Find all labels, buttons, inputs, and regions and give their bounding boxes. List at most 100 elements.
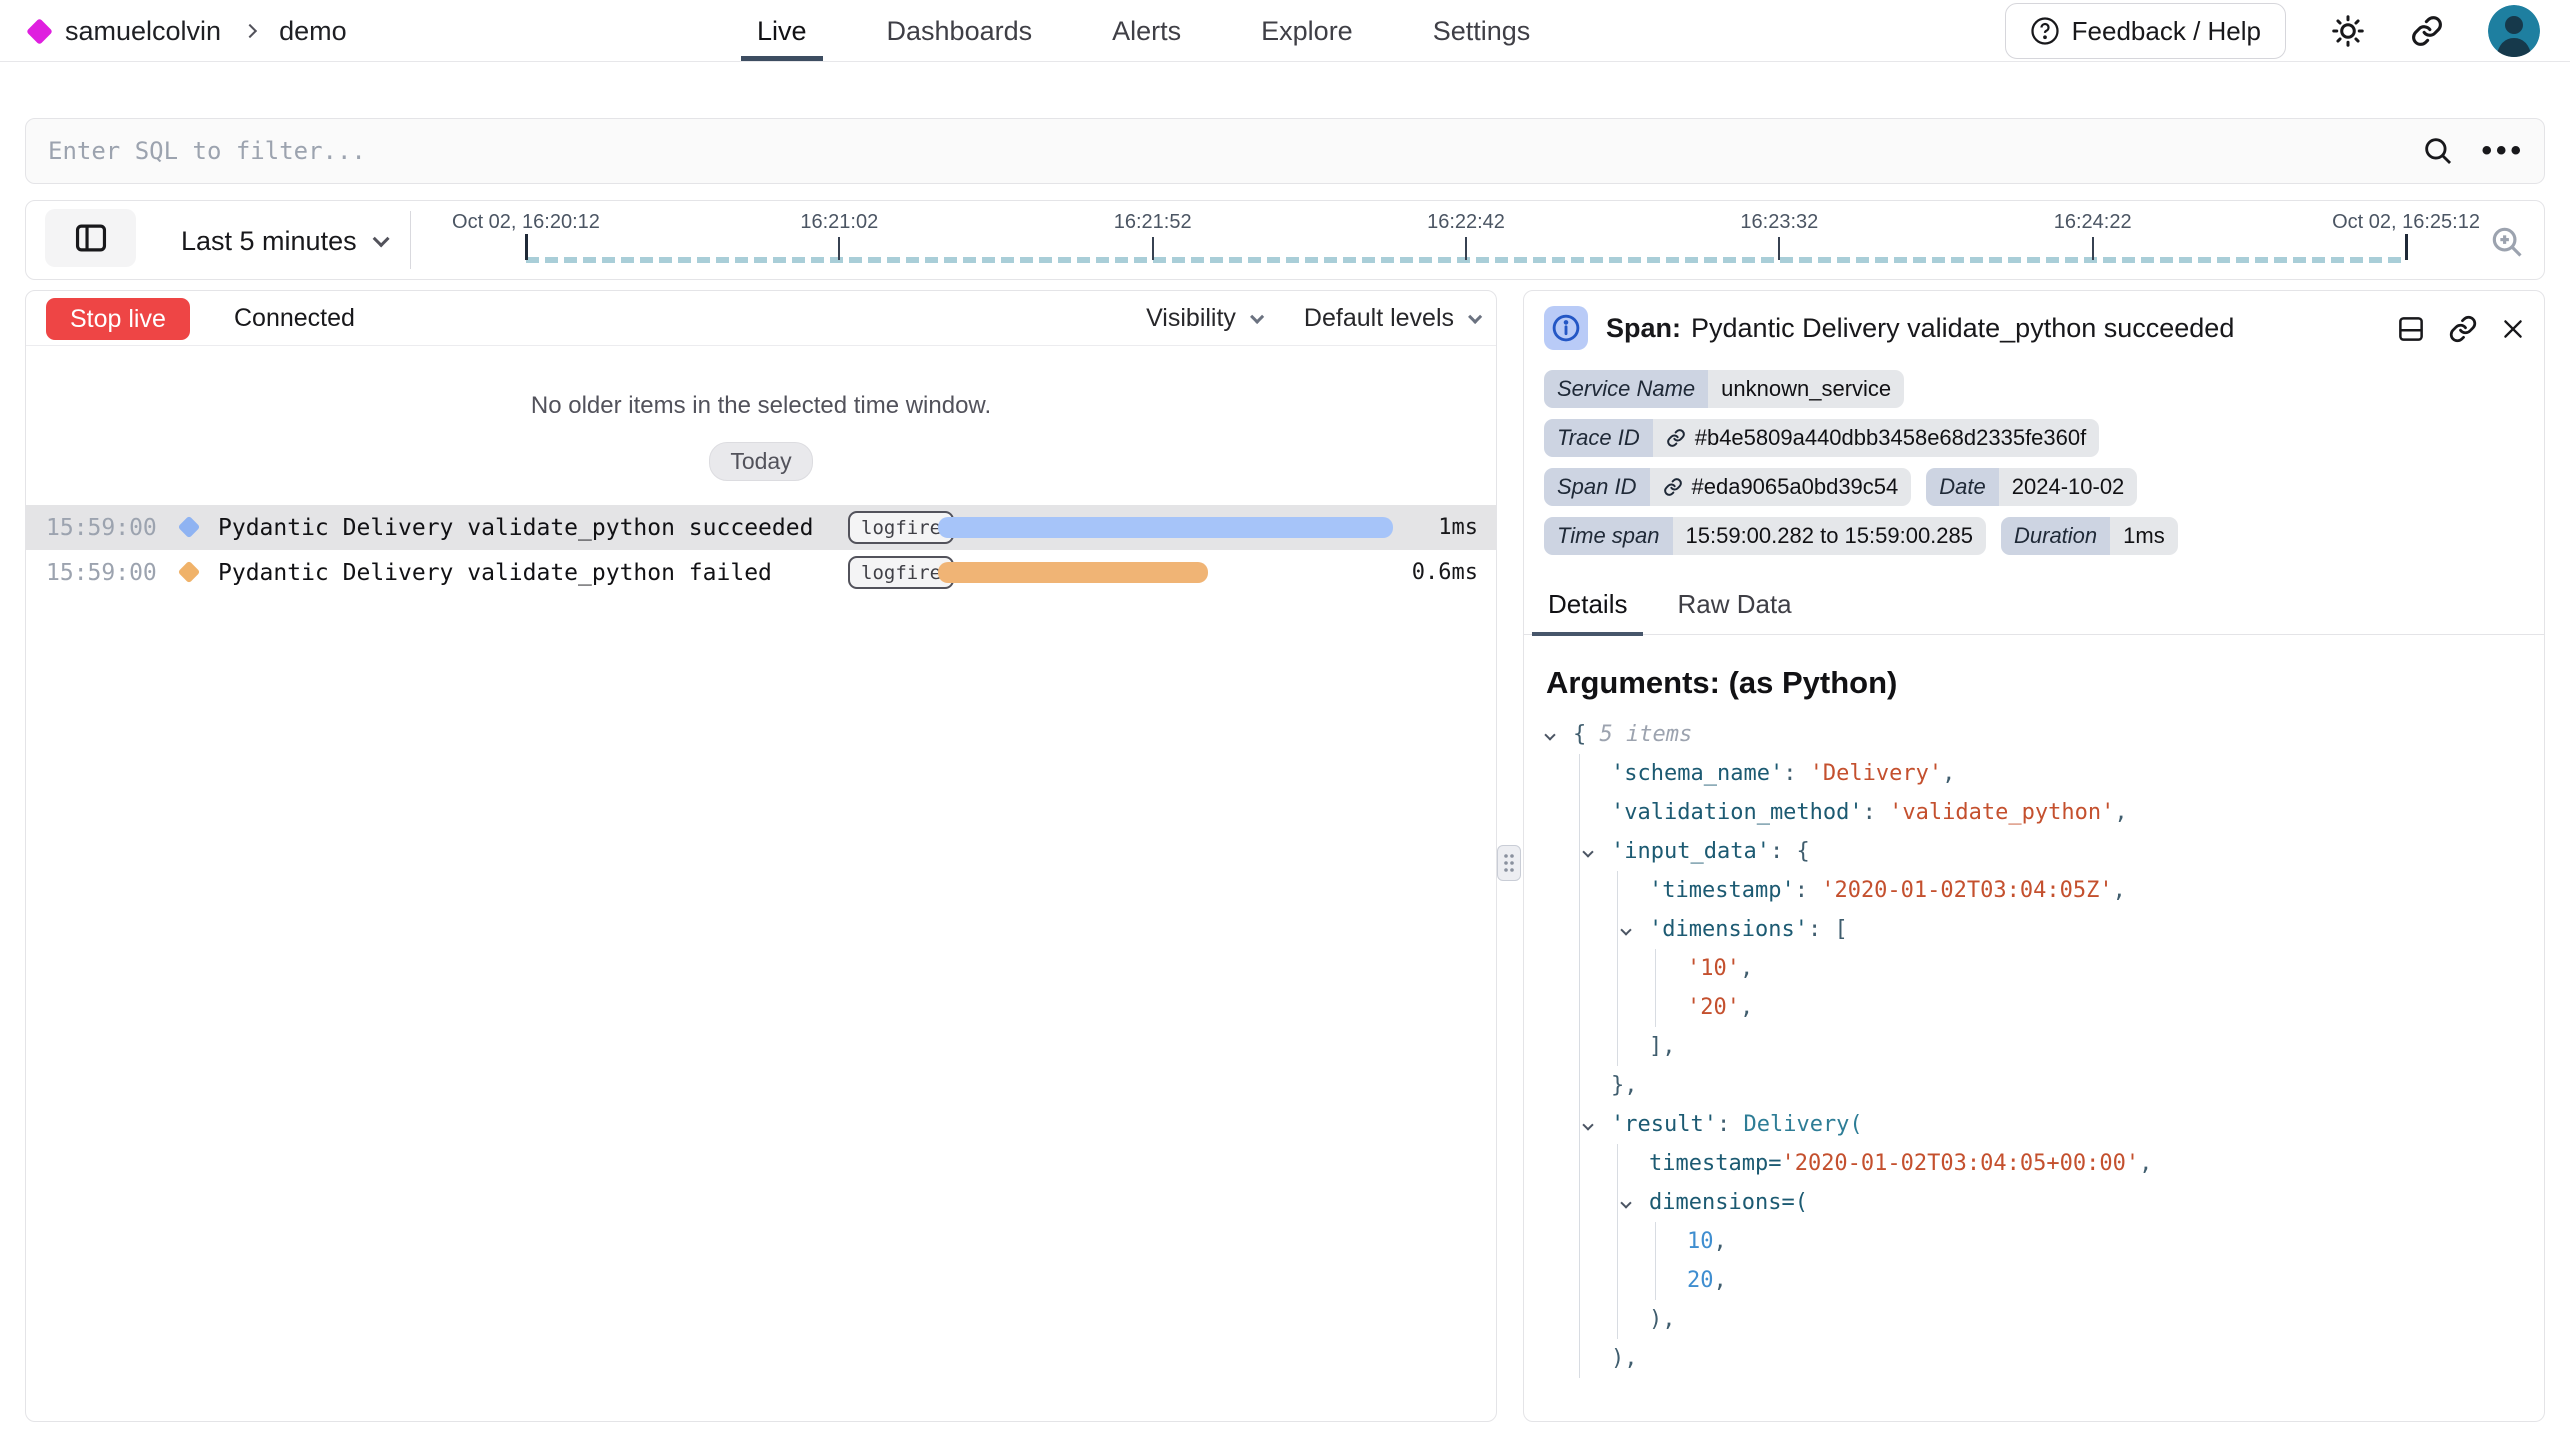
tag-value: 1ms: [2110, 517, 2178, 555]
code-token: '2020-01-02T03:04:05Z': [1821, 878, 2112, 903]
tag-value: 15:59:00.282 to 15:59:00.285: [1673, 517, 1986, 555]
table-row[interactable]: 15:59:00Pydantic Delivery validate_pytho…: [26, 505, 1496, 550]
code-token: 'validation_method': [1611, 800, 1863, 825]
chevron-down-icon: [1468, 309, 1482, 323]
indent-guide: [1617, 910, 1618, 949]
code-token: ,: [1740, 956, 1753, 981]
tab-raw-data[interactable]: Raw Data: [1673, 581, 1795, 634]
code-token: :: [1795, 878, 1822, 903]
timeline-tick-label: 16:22:42: [1427, 211, 1505, 234]
zoom-in-icon: [2488, 223, 2526, 261]
code-line: 'input_data': {: [1524, 832, 2544, 871]
nav-tab-explore[interactable]: Explore: [1261, 16, 1353, 47]
code-token: :: [1863, 800, 1890, 825]
indent-guide: [1579, 754, 1580, 793]
default-levels-dropdown[interactable]: Default levels: [1304, 304, 1478, 333]
more-options-icon[interactable]: •••: [2481, 136, 2525, 166]
indent-guide: [1579, 1261, 1580, 1300]
nav-tab-dashboards[interactable]: Dashboards: [887, 16, 1033, 47]
code-token: timestamp=: [1649, 1151, 1781, 1176]
tag-label: Date: [1926, 468, 1998, 506]
tag-pill-time-span[interactable]: Time span15:59:00.282 to 15:59:00.285: [1544, 517, 1986, 555]
tag-label: Span ID: [1544, 468, 1650, 506]
chevron-down-icon: [372, 230, 389, 247]
collapse-caret-icon[interactable]: [1622, 910, 1630, 949]
tag-pill-date[interactable]: Date 2024-10-02: [1926, 468, 2137, 506]
sql-filter-bar: •••: [25, 118, 2545, 184]
stop-live-button[interactable]: Stop live: [46, 298, 190, 340]
live-panel: Stop live Connected Visibility Default l…: [25, 290, 1497, 1422]
default-levels-label: Default levels: [1304, 304, 1454, 333]
code-line: '20',: [1524, 988, 2544, 1027]
search-icon[interactable]: [2421, 134, 2455, 168]
log-timestamp: 15:59:00: [46, 550, 157, 595]
indent-guide: [1579, 871, 1580, 910]
indent-guide: [1579, 793, 1580, 832]
code-token: ,: [2113, 878, 2126, 903]
collapse-caret-icon[interactable]: [1546, 715, 1554, 754]
indent-guide: [1617, 1261, 1618, 1300]
duration-bar-track: [938, 562, 1393, 583]
tag-value: #eda9065a0bd39c54: [1650, 468, 1912, 506]
nav-tab-alerts[interactable]: Alerts: [1112, 16, 1181, 47]
timeline-tick-label: 16:21:52: [1114, 211, 1192, 234]
visibility-dropdown[interactable]: Visibility: [1146, 304, 1260, 333]
indent-guide: [1617, 871, 1618, 910]
timeline-tick-label: 16:23:32: [1740, 211, 1818, 234]
collapse-caret-icon[interactable]: [1584, 832, 1592, 871]
tag-pill-duration[interactable]: Duration1ms: [2001, 517, 2178, 555]
code-line: ),: [1524, 1300, 2544, 1339]
breadcrumb-project[interactable]: demo: [279, 16, 347, 47]
tag-value-text: 2024-10-02: [2012, 474, 2125, 500]
zoom-in-button[interactable]: [2488, 223, 2526, 261]
indent-guide: [1579, 1066, 1580, 1105]
dock-panel-button[interactable]: [2396, 314, 2426, 344]
close-panel-button[interactable]: [2500, 316, 2526, 342]
timeline[interactable]: Oct 02, 16:20:1216:21:0216:21:5216:22:42…: [446, 201, 2486, 281]
code-token: ,: [1740, 995, 1753, 1020]
tag-value-text: #eda9065a0bd39c54: [1692, 474, 1899, 500]
tag-pill-trace-id[interactable]: Trace ID#b4e5809a440dbb3458e68d2335fe360…: [1544, 419, 2099, 457]
main-area: Stop live Connected Visibility Default l…: [0, 290, 2570, 1422]
span-kind-diamond-icon: [178, 561, 201, 584]
main-nav: Live Dashboards Alerts Explore Settings: [757, 0, 1530, 62]
tag-pill-span-id[interactable]: Span ID #eda9065a0bd39c54: [1544, 468, 1911, 506]
user-avatar[interactable]: [2488, 5, 2540, 57]
indent-guide: [1617, 988, 1618, 1027]
nav-tab-settings[interactable]: Settings: [1433, 16, 1531, 47]
breadcrumb-org[interactable]: samuelcolvin: [65, 16, 221, 47]
nav-tab-live[interactable]: Live: [757, 16, 807, 47]
link-icon: [1666, 428, 1686, 448]
tag-value: 2024-10-02: [1999, 468, 2138, 506]
code-line: 'dimensions': [: [1524, 910, 2544, 949]
day-chip[interactable]: Today: [709, 442, 812, 481]
theme-toggle-button[interactable]: [2330, 13, 2366, 49]
panel-resize-handle[interactable]: [1497, 845, 1521, 881]
time-range-dropdown[interactable]: Last 5 minutes: [163, 201, 403, 281]
copy-link-button[interactable]: [2448, 314, 2478, 344]
timeline-tick-label: Oct 02, 16:20:12: [452, 211, 600, 234]
code-token: 'validate_python': [1889, 800, 2114, 825]
indent-guide: [1579, 1339, 1580, 1378]
indent-guide: [1579, 1183, 1580, 1222]
code-token: 'dimensions': [1649, 917, 1808, 942]
code-line: 'schema_name': 'Delivery',: [1524, 754, 2544, 793]
code-token: ),: [1649, 1307, 1676, 1332]
indent-guide: [1579, 832, 1580, 871]
sql-filter-input[interactable]: [25, 118, 2545, 184]
tab-details[interactable]: Details: [1544, 581, 1631, 634]
collapse-caret-icon[interactable]: [1584, 1105, 1592, 1144]
span-panel-header: Span: Pydantic Delivery validate_python …: [1524, 291, 2544, 366]
code-line: },: [1524, 1066, 2544, 1105]
tag-pill-service-name[interactable]: Service Nameunknown_service: [1544, 370, 1904, 408]
share-link-button[interactable]: [2410, 14, 2444, 48]
sidebar-toggle-button[interactable]: [45, 209, 136, 267]
timeline-tick-label: Oct 02, 16:25:12: [2332, 211, 2480, 234]
log-timestamp: 15:59:00: [46, 505, 157, 550]
table-row[interactable]: 15:59:00Pydantic Delivery validate_pytho…: [26, 550, 1496, 595]
code-line: dimensions=(: [1524, 1183, 2544, 1222]
code-line: 20,: [1524, 1261, 2544, 1300]
logfire-app: samuelcolvin demo Live Dashboards Alerts Ex…: [0, 0, 2570, 1444]
feedback-help-button[interactable]: Feedback / Help: [2005, 3, 2286, 59]
collapse-caret-icon[interactable]: [1622, 1183, 1630, 1222]
